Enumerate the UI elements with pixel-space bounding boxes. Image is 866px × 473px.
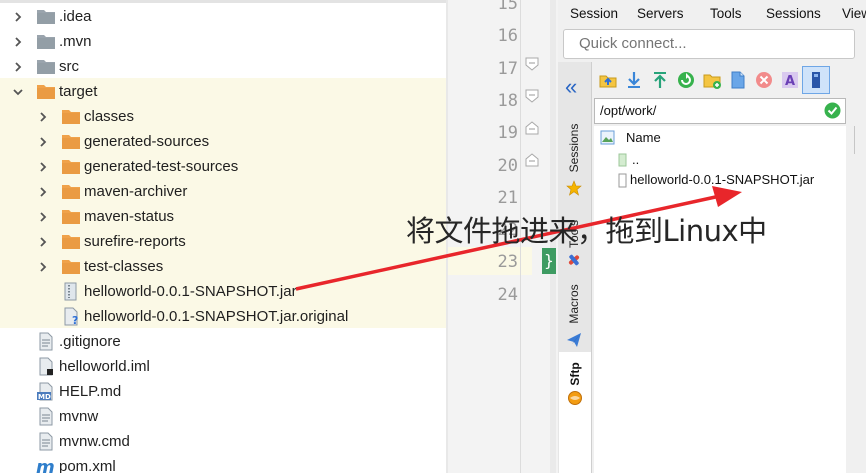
annotation-text: 将文件拖进来，拖到Linux中 (406, 214, 767, 248)
arrow-head (712, 186, 742, 207)
